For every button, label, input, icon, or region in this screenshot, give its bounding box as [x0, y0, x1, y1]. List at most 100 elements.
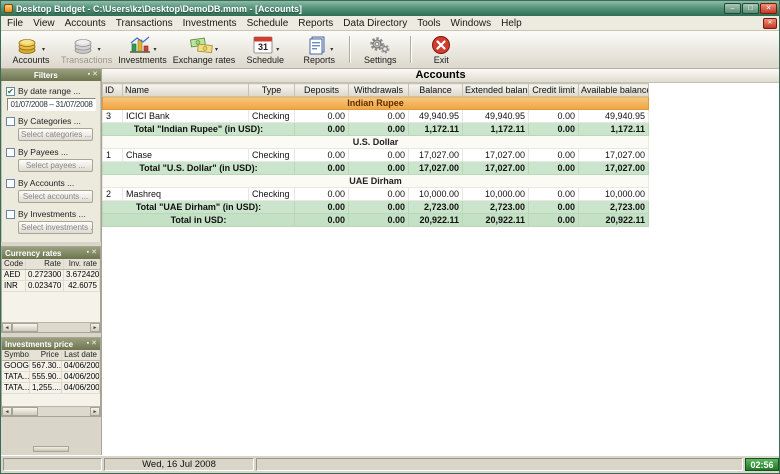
cell-balance[interactable]: 49,940.95 — [409, 110, 463, 123]
column-header-type[interactable]: Type — [249, 84, 295, 97]
column-header-credit-limit[interactable]: Credit limit — [529, 84, 579, 97]
categories-checkbox[interactable] — [6, 117, 15, 126]
select-payees-button[interactable]: Select payees ... — [18, 159, 93, 172]
account-row[interactable]: 1 Chase Checking 0.00 0.00 17,027.00 17,… — [103, 149, 649, 162]
date-range-value[interactable]: 01/07/2008 – 31/07/2008 — [7, 98, 96, 111]
cell-available-balance[interactable]: 10,000.00 — [579, 188, 649, 201]
cell-type[interactable]: Checking — [249, 188, 295, 201]
investments-checkbox[interactable] — [6, 210, 15, 219]
menu-schedule[interactable]: Schedule — [242, 16, 294, 30]
cell-deposits[interactable]: 0.00 — [295, 110, 349, 123]
close-panel-icon[interactable]: ✕ — [91, 248, 97, 258]
cell-available-balance[interactable]: 49,940.95 — [579, 110, 649, 123]
menu-file[interactable]: File — [2, 16, 28, 30]
scroll-right-icon[interactable]: ► — [90, 407, 100, 416]
investments-col-last-date[interactable]: Last date — [62, 350, 100, 360]
currency-col-code[interactable]: Code — [2, 259, 26, 269]
cell-credit-limit[interactable]: 0.00 — [529, 149, 579, 162]
menu-tools[interactable]: Tools — [412, 16, 445, 30]
date-range-checkbox[interactable]: ✔ — [6, 87, 15, 96]
close-panel-icon[interactable]: ✕ — [91, 339, 97, 349]
cell-withdrawals[interactable]: 0.00 — [349, 110, 409, 123]
cell-balance[interactable]: 10,000.00 — [409, 188, 463, 201]
toolbar-schedule-button[interactable]: 31 ▾ Schedule — [238, 32, 292, 67]
minimize-button[interactable]: – — [724, 3, 741, 14]
close-button[interactable]: ✕ — [760, 3, 777, 14]
pin-icon[interactable]: ▪ — [87, 248, 89, 258]
column-header-balance[interactable]: Balance — [409, 84, 463, 97]
accounts-checkbox[interactable] — [6, 179, 15, 188]
payees-checkbox[interactable] — [6, 148, 15, 157]
currency-hscrollbar[interactable]: ◄ ► — [2, 322, 100, 332]
menu-accounts[interactable]: Accounts — [60, 16, 111, 30]
mdi-close-button[interactable]: ✕ — [763, 18, 777, 29]
menu-windows[interactable]: Windows — [446, 16, 497, 30]
cell-credit-limit[interactable]: 0.00 — [529, 110, 579, 123]
close-panel-icon[interactable]: ✕ — [92, 70, 98, 80]
group-header-uae-dirham[interactable]: UAE Dirham — [103, 175, 649, 188]
cell-balance[interactable]: 17,027.00 — [409, 149, 463, 162]
investments-col-price[interactable]: Price — [30, 350, 62, 360]
cell-name[interactable]: Chase — [123, 149, 249, 162]
column-header-name[interactable]: Name — [123, 84, 249, 97]
group-header-us-dollar[interactable]: U.S. Dollar — [103, 136, 649, 149]
toolbar-exit-button[interactable]: Exit — [414, 32, 468, 67]
select-accounts-button[interactable]: Select accounts ... — [18, 190, 93, 203]
menu-data-directory[interactable]: Data Directory — [338, 16, 412, 30]
scroll-track[interactable] — [38, 407, 90, 416]
currency-row[interactable]: INR 0.023470 42.6075 — [2, 281, 100, 292]
investment-row[interactable]: TATA... 1,255.... 04/06/200... — [2, 383, 100, 394]
group-name[interactable]: U.S. Dollar — [103, 136, 649, 149]
group-name[interactable]: Indian Rupee — [103, 97, 649, 110]
cell-id[interactable]: 3 — [103, 110, 123, 123]
menu-transactions[interactable]: Transactions — [111, 16, 178, 30]
investments-hscrollbar[interactable]: ◄ ► — [2, 406, 100, 416]
menu-investments[interactable]: Investments — [178, 16, 242, 30]
toolbar-accounts-button[interactable]: ▾ Accounts — [4, 32, 58, 67]
cell-type[interactable]: Checking — [249, 110, 295, 123]
investments-col-symbol[interactable]: Symbol — [2, 350, 30, 360]
pin-icon[interactable]: ▪ — [87, 339, 89, 349]
maximize-button[interactable]: □ — [742, 3, 759, 14]
currency-col-rate[interactable]: Rate — [26, 259, 64, 269]
group-name[interactable]: UAE Dirham — [103, 175, 649, 188]
scroll-right-icon[interactable]: ► — [90, 323, 100, 332]
cell-extended-balance[interactable]: 49,940.95 — [463, 110, 529, 123]
account-row[interactable]: 3 ICICI Bank Checking 0.00 0.00 49,940.9… — [103, 110, 649, 123]
currency-col-inv-rate[interactable]: Inv. rate — [64, 259, 100, 269]
currency-row[interactable]: AED 0.272300 3.672420 — [2, 270, 100, 281]
cell-withdrawals[interactable]: 0.00 — [349, 149, 409, 162]
menu-help[interactable]: Help — [496, 16, 527, 30]
cell-withdrawals[interactable]: 0.00 — [349, 188, 409, 201]
cell-type[interactable]: Checking — [249, 149, 295, 162]
cell-id[interactable]: 2 — [103, 188, 123, 201]
account-row[interactable]: 2 Mashreq Checking 0.00 0.00 10,000.00 1… — [103, 188, 649, 201]
cell-extended-balance[interactable]: 10,000.00 — [463, 188, 529, 201]
column-header-withdrawals[interactable]: Withdrawals — [349, 84, 409, 97]
sidebar-grip[interactable] — [33, 446, 69, 452]
cell-credit-limit[interactable]: 0.00 — [529, 188, 579, 201]
column-header-deposits[interactable]: Deposits — [295, 84, 349, 97]
column-header-extended-balance[interactable]: Extended balance — [463, 84, 529, 97]
cell-name[interactable]: Mashreq — [123, 188, 249, 201]
cell-id[interactable]: 1 — [103, 149, 123, 162]
select-categories-button[interactable]: Select categories ... — [18, 128, 93, 141]
toolbar-exchange-rates-button[interactable]: ▾ Exchange rates — [170, 32, 239, 67]
toolbar-investments-button[interactable]: ▾ Investments — [115, 32, 170, 67]
pin-icon[interactable]: ▪ — [88, 70, 90, 80]
scroll-thumb[interactable] — [12, 407, 38, 416]
menu-view[interactable]: View — [28, 16, 60, 30]
select-investments-button[interactable]: Select investments ... — [18, 221, 93, 234]
cell-deposits[interactable]: 0.00 — [295, 149, 349, 162]
cell-extended-balance[interactable]: 17,027.00 — [463, 149, 529, 162]
scroll-track[interactable] — [38, 323, 90, 332]
scroll-thumb[interactable] — [12, 323, 38, 332]
column-header-available-balance[interactable]: Available balance — [579, 84, 649, 97]
menu-reports[interactable]: Reports — [293, 16, 338, 30]
investment-row[interactable]: TATA... 555.90... 04/06/200... — [2, 372, 100, 383]
toolbar-reports-button[interactable]: ▾ Reports — [292, 32, 346, 67]
column-header-id[interactable]: ID — [103, 84, 123, 97]
scroll-left-icon[interactable]: ◄ — [2, 407, 12, 416]
investment-row[interactable]: GOOG 567.30... 04/06/200... — [2, 361, 100, 372]
toolbar-transactions-button[interactable]: ▾ Transactions — [58, 32, 115, 67]
